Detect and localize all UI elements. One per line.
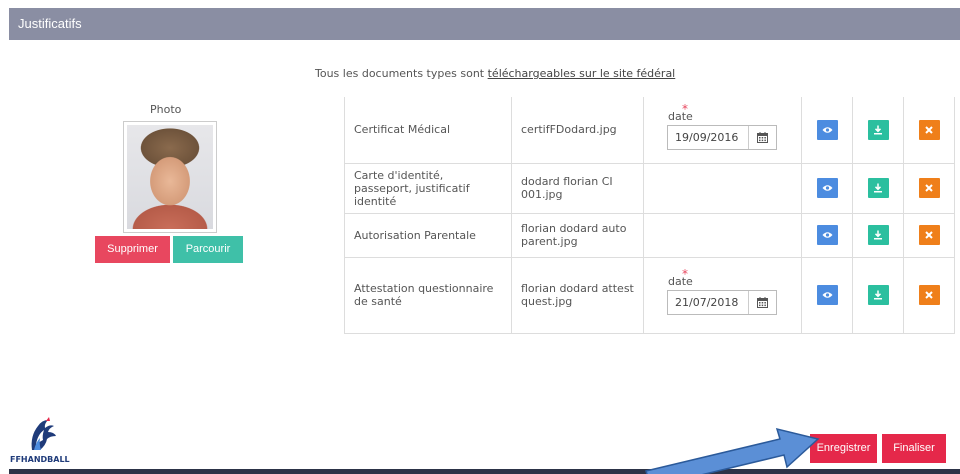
date-cell: * date 19/09/2016	[643, 97, 802, 164]
close-icon[interactable]	[918, 178, 940, 198]
download-cell	[852, 97, 904, 164]
table-row: Autorisation Parentale florian dodard au…	[344, 212, 955, 258]
intro-prefix: Tous les documents types sont	[315, 67, 488, 80]
intro-text: Tous les documents types sont télécharge…	[315, 67, 675, 80]
federal-site-link[interactable]: téléchargeables sur le site fédéral	[488, 67, 676, 80]
date-cell: * date 21/07/2018	[643, 256, 802, 334]
remove-cell	[903, 97, 955, 164]
remove-cell	[903, 162, 955, 214]
eye-icon[interactable]	[816, 285, 838, 305]
logo-text: FFHANDBALL	[10, 455, 70, 464]
remove-cell	[903, 212, 955, 258]
calendar-icon[interactable]	[748, 291, 776, 314]
documents-table: Certificat Médical certifFDodard.jpg * da…	[344, 97, 955, 334]
view-cell	[801, 212, 853, 258]
date-label: * date	[668, 267, 693, 288]
date-value[interactable]: 19/09/2016	[668, 126, 748, 149]
finish-button[interactable]: Finaliser	[882, 434, 946, 463]
download-icon[interactable]	[867, 285, 889, 305]
view-cell	[801, 97, 853, 164]
table-row: Attestation questionnaire de santé flori…	[344, 256, 955, 334]
calendar-icon[interactable]	[748, 125, 776, 149]
document-file: certifFDodard.jpg	[511, 97, 644, 164]
required-marker: *	[682, 101, 688, 116]
rooster-icon	[31, 417, 56, 450]
close-icon[interactable]	[918, 285, 940, 305]
table-row: Certificat Médical certifFDodard.jpg * da…	[344, 97, 955, 164]
close-icon[interactable]	[918, 225, 940, 245]
date-value[interactable]: 21/07/2018	[668, 291, 748, 314]
photo-frame	[123, 121, 217, 233]
arrow-annotation	[645, 427, 820, 474]
browse-photo-button[interactable]: Parcourir	[173, 236, 243, 263]
table-row: Carte d'identité, passeport, justificati…	[344, 162, 955, 214]
date-cell	[643, 162, 802, 214]
document-name: Certificat Médical	[344, 97, 512, 164]
view-cell	[801, 256, 853, 334]
delete-photo-button[interactable]: Supprimer	[95, 236, 170, 263]
document-name: Autorisation Parentale	[344, 212, 512, 258]
document-file: florian dodard auto parent.jpg	[511, 212, 644, 258]
date-input[interactable]: 21/07/2018	[667, 290, 777, 315]
section-header: Justificatifs	[9, 8, 960, 40]
section-title: Justificatifs	[18, 16, 82, 31]
photo-label: Photo	[150, 103, 182, 116]
remove-cell	[903, 256, 955, 334]
download-cell	[852, 212, 904, 258]
download-icon[interactable]	[867, 178, 889, 198]
required-marker: *	[682, 267, 688, 281]
eye-icon[interactable]	[816, 178, 838, 198]
profile-photo	[127, 125, 213, 229]
eye-icon[interactable]	[816, 225, 838, 245]
document-name: Attestation questionnaire de santé	[344, 256, 512, 334]
download-icon[interactable]	[867, 225, 889, 245]
download-icon[interactable]	[867, 119, 889, 140]
close-icon[interactable]	[918, 119, 940, 140]
document-file: florian dodard attest quest.jpg	[511, 256, 644, 334]
date-cell	[643, 212, 802, 258]
download-cell	[852, 162, 904, 214]
eye-icon[interactable]	[816, 119, 838, 140]
document-file: dodard florian CI 001.jpg	[511, 162, 644, 214]
document-name: Carte d'identité, passeport, justificati…	[344, 162, 512, 214]
download-cell	[852, 256, 904, 334]
date-input[interactable]: 19/09/2016	[667, 124, 777, 150]
ffhandball-logo: FFHANDBALL	[10, 414, 100, 466]
date-label: * date	[668, 101, 693, 123]
view-cell	[801, 162, 853, 214]
